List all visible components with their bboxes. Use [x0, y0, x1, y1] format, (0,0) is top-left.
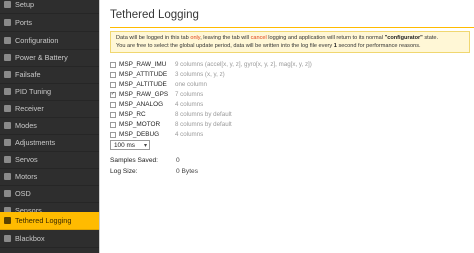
- pid-icon: [4, 88, 11, 95]
- sidebar-item-receiver[interactable]: Receiver: [0, 100, 99, 118]
- log-item-name: MSP_ATTITUDE: [119, 71, 168, 78]
- log-size-value: 0 Bytes: [176, 168, 198, 175]
- log-item-analog: MSP_ANALOG 4 columns: [110, 100, 203, 109]
- sidebar-item-label: PID Tuning: [15, 87, 52, 96]
- log-item-checkbox[interactable]: [110, 131, 116, 138]
- log-item-debug: MSP_DEBUG 4 columns: [110, 130, 203, 139]
- log-item-desc: 4 columns: [175, 131, 204, 138]
- sidebar-item-osd[interactable]: OSD: [0, 185, 99, 203]
- setup-icon: [4, 1, 11, 8]
- sidebar-item-label: Failsafe: [15, 70, 41, 79]
- notice-text: You are free to select the global update…: [116, 43, 334, 49]
- battery-icon: [4, 54, 11, 61]
- log-item-checkbox[interactable]: [110, 61, 116, 68]
- osd-icon: [4, 190, 11, 197]
- sidebar-item-power-battery[interactable]: Power & Battery: [0, 49, 99, 67]
- log-item-rc: MSP_RC 8 columns by default: [110, 110, 232, 119]
- sidebar: Setup Ports Configuration Power & Batter…: [0, 0, 99, 253]
- log-item-checkbox[interactable]: ✓: [110, 91, 116, 98]
- sidebar-item-label: Power & Battery: [15, 53, 68, 62]
- notice-text: state.: [422, 35, 439, 41]
- log-item-name: MSP_ANALOG: [119, 101, 164, 108]
- sidebar-item-label: Servos: [15, 155, 38, 164]
- log-item-checkbox[interactable]: [110, 111, 116, 118]
- log-item-name: MSP_RAW_IMU: [119, 61, 167, 68]
- chevron-down-icon: ▾: [143, 143, 147, 149]
- notice-configurator: "configurator": [384, 35, 423, 41]
- logging-icon: [4, 217, 11, 224]
- notice-text: second for performance reasons.: [336, 43, 421, 49]
- log-item-checkbox[interactable]: [110, 81, 116, 88]
- failsafe-icon: [4, 71, 11, 78]
- log-item-desc: 8 columns by default: [175, 121, 232, 128]
- notice-only: only: [190, 35, 201, 41]
- log-item-name: MSP_DEBUG: [119, 131, 160, 138]
- sidebar-divider: [99, 0, 100, 253]
- log-item-checkbox[interactable]: [110, 101, 116, 108]
- log-item-desc: 8 columns by default: [175, 111, 232, 118]
- sidebar-item-ports[interactable]: Ports: [0, 14, 99, 32]
- title-underline: [110, 27, 474, 28]
- sidebar-item-setup[interactable]: Setup: [0, 0, 99, 14]
- log-item-checkbox[interactable]: [110, 71, 116, 78]
- configuration-icon: [4, 37, 11, 44]
- log-item-raw-gps: ✓ MSP_RAW_GPS 7 columns: [110, 90, 203, 99]
- info-notice: Data will be logged in this tab only, le…: [110, 31, 470, 53]
- log-item-name: MSP_RC: [119, 111, 146, 118]
- modes-icon: [4, 122, 11, 129]
- sidebar-item-label: Setup: [15, 0, 35, 9]
- sidebar-item-adjustments[interactable]: Adjustments: [0, 134, 99, 152]
- log-item-name: MSP_MOTOR: [119, 121, 161, 128]
- sidebar-item-label: Configuration: [15, 36, 59, 45]
- sidebar-item-label: Motors: [15, 172, 38, 181]
- sidebar-item-tethered-logging[interactable]: Tethered Logging: [0, 212, 99, 230]
- sidebar-item-servos[interactable]: Servos: [0, 151, 99, 169]
- log-item-desc: 9 columns (accel[x, y, z], gyro[x, y, z]…: [175, 61, 312, 68]
- samples-saved-value: 0: [176, 157, 180, 164]
- sidebar-item-label: Receiver: [15, 104, 44, 113]
- sidebar-item-motors[interactable]: Motors: [0, 168, 99, 186]
- log-item-motor: MSP_MOTOR 8 columns by default: [110, 120, 232, 129]
- log-item-altitude: MSP_ALTITUDE one column: [110, 80, 207, 89]
- sidebar-item-label: Ports: [15, 18, 33, 27]
- log-item-desc: one column: [175, 81, 207, 88]
- sidebar-item-label: Tethered Logging: [15, 216, 72, 225]
- update-rate-select[interactable]: 100 ms ▾: [110, 140, 150, 150]
- ports-icon: [4, 19, 11, 26]
- log-item-desc: 4 columns: [175, 101, 204, 108]
- sidebar-item-label: Adjustments: [15, 138, 56, 147]
- log-item-name: MSP_RAW_GPS: [119, 91, 169, 98]
- sidebar-item-modes[interactable]: Modes: [0, 117, 99, 135]
- log-item-checkbox[interactable]: [110, 121, 116, 128]
- update-rate-value: 100 ms: [114, 141, 135, 149]
- notice-text: Data will be logged in this tab: [116, 35, 191, 41]
- log-size-label: Log Size:: [110, 168, 138, 175]
- notice-text: logging and application will return to i…: [266, 35, 385, 41]
- page-title: Tethered Logging: [110, 9, 199, 21]
- log-item-name: MSP_ALTITUDE: [119, 81, 167, 88]
- notice-text: , leaving the tab will: [200, 35, 251, 41]
- log-item-attitude: MSP_ATTITUDE 3 columns (x, y, z): [110, 70, 225, 79]
- sidebar-item-blackbox[interactable]: Blackbox: [0, 230, 99, 248]
- notice-cancel: cancel: [250, 35, 267, 41]
- motors-icon: [4, 173, 11, 180]
- sidebar-item-failsafe[interactable]: Failsafe: [0, 66, 99, 84]
- sidebar-item-label: OSD: [15, 189, 31, 198]
- sidebar-item-configuration[interactable]: Configuration: [0, 32, 99, 50]
- sidebar-item-label: Modes: [15, 121, 37, 130]
- log-item-desc: 3 columns (x, y, z): [175, 71, 225, 78]
- log-item-raw-imu: MSP_RAW_IMU 9 columns (accel[x, y, z], g…: [110, 60, 312, 69]
- adjustments-icon: [4, 139, 11, 146]
- log-item-desc: 7 columns: [175, 91, 204, 98]
- servos-icon: [4, 156, 11, 163]
- sidebar-item-label: Blackbox: [15, 234, 45, 243]
- sidebar-item-pid-tuning[interactable]: PID Tuning: [0, 83, 99, 101]
- blackbox-icon: [4, 235, 11, 242]
- samples-saved-label: Samples Saved:: [110, 157, 159, 164]
- receiver-icon: [4, 105, 11, 112]
